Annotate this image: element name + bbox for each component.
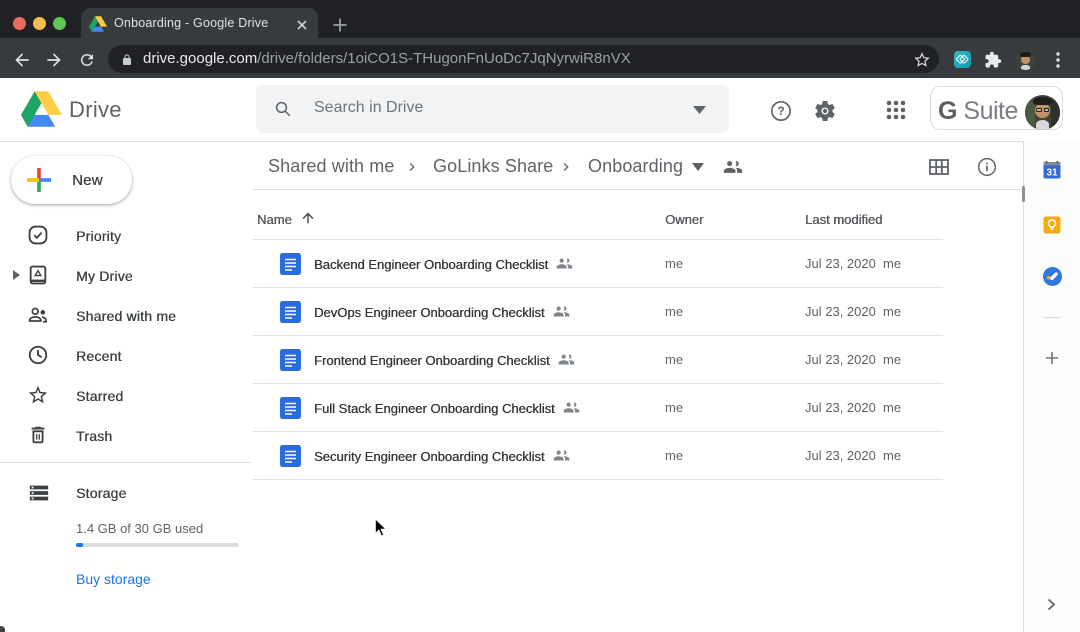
svg-text:31: 31 xyxy=(1046,167,1058,178)
svg-text:?: ? xyxy=(777,104,784,118)
